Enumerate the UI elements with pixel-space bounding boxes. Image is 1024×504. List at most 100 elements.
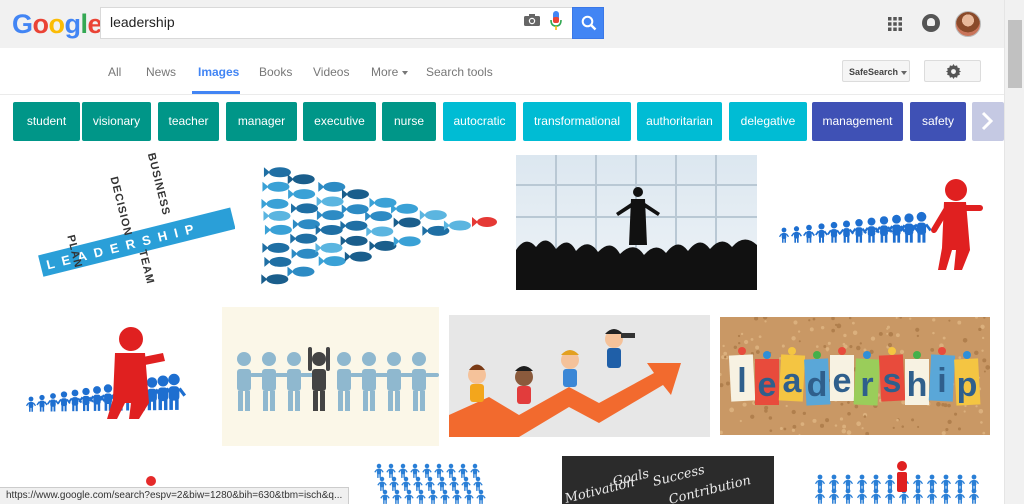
- google-logo[interactable]: Google: [12, 9, 103, 40]
- fish-shape: [369, 240, 397, 251]
- leadership-cubes-image[interactable]: LEADERSHIP DECISION BUSINESS TEAM PLAN: [27, 150, 235, 296]
- red-leader-blue-people-image[interactable]: [766, 150, 990, 295]
- blue-person-figure: [912, 474, 924, 490]
- tab-more[interactable]: More: [371, 65, 409, 79]
- cork-speck: [899, 349, 905, 355]
- cork-speck: [792, 424, 797, 429]
- cork-speck: [834, 323, 838, 327]
- microphone-icon[interactable]: [550, 11, 562, 31]
- user-avatar[interactable]: [955, 11, 981, 37]
- fish-shape: [316, 196, 344, 207]
- tab-videos[interactable]: Videos: [313, 65, 349, 79]
- page-scrollbar[interactable]: [1004, 0, 1024, 504]
- tab-all[interactable]: All: [108, 65, 121, 79]
- cork-speck: [948, 319, 951, 322]
- camera-icon[interactable]: [524, 14, 540, 26]
- chip-management[interactable]: management: [812, 102, 903, 141]
- fish-shape: [365, 211, 393, 222]
- cork-speck: [978, 327, 982, 332]
- cork-speck: [895, 317, 898, 319]
- cork-speck: [764, 320, 767, 323]
- settings-button[interactable]: [924, 60, 981, 82]
- cork-speck: [791, 336, 796, 341]
- fish-school-image[interactable]: [257, 157, 507, 288]
- speaker-silhouette-image[interactable]: [516, 155, 757, 290]
- chevron-right-icon: [981, 111, 994, 131]
- cork-speck: [947, 403, 951, 408]
- cork-speck: [840, 402, 844, 406]
- chip-safety[interactable]: safety: [910, 102, 966, 141]
- chip-transformational[interactable]: transformational: [523, 102, 631, 141]
- cork-speck: [825, 347, 830, 351]
- cork-speck: [856, 421, 861, 427]
- safesearch-button[interactable]: SafeSearch: [842, 60, 910, 82]
- red-leader-figure: [107, 327, 165, 419]
- apps-grid-icon[interactable]: [888, 17, 902, 31]
- blue-person-figure: [380, 489, 390, 504]
- cork-speck: [831, 328, 835, 333]
- tab-search-tools[interactable]: Search tools: [426, 65, 493, 79]
- cork-speck: [722, 344, 725, 348]
- chip-delegative[interactable]: delegative: [729, 102, 807, 141]
- tab-more-label: More: [371, 65, 399, 79]
- cork-speck: [812, 317, 816, 321]
- blue-person-figure: [416, 489, 426, 504]
- cork-speck: [742, 402, 747, 407]
- cork-speck: [808, 319, 811, 322]
- cork-speck: [983, 370, 986, 373]
- cork-speck: [932, 331, 935, 335]
- blue-person-figure: [851, 219, 867, 243]
- fish-shape: [341, 189, 369, 200]
- scrollbar-thumb[interactable]: [1008, 20, 1022, 88]
- blue-person-figure: [413, 476, 423, 491]
- cork-speck: [768, 416, 773, 420]
- chip-autocratic[interactable]: autocratic: [443, 102, 516, 141]
- notifications-bell-icon[interactable]: [922, 14, 940, 32]
- chip-teacher[interactable]: teacher: [158, 102, 219, 141]
- blue-person-figure: [410, 463, 420, 478]
- cork-speck: [841, 428, 847, 434]
- cork-speck: [724, 355, 727, 359]
- chip-visionary[interactable]: visionary: [82, 102, 151, 141]
- light-person-figure: [387, 352, 414, 411]
- blue-person-figure: [828, 488, 840, 504]
- speaker-silhouette-graphic: [516, 155, 757, 290]
- tab-news[interactable]: News: [146, 65, 176, 79]
- red-leader-megaphone-image[interactable]: [13, 307, 213, 446]
- people-chain-image[interactable]: [222, 307, 439, 446]
- arrow-climb-image[interactable]: [449, 315, 710, 437]
- chip-student[interactable]: student: [13, 102, 80, 141]
- blue-person-figure: [870, 488, 882, 504]
- blue-person-figure: [386, 463, 396, 478]
- chip-executive[interactable]: executive: [303, 102, 376, 141]
- chip-nurse[interactable]: nurse: [382, 102, 436, 141]
- search-box[interactable]: [100, 7, 573, 39]
- red-leader-crowd-partial-image[interactable]: [806, 457, 990, 504]
- cork-speck: [762, 317, 768, 320]
- search-input[interactable]: [110, 14, 510, 30]
- blue-person-figure: [473, 476, 483, 491]
- cork-speck: [723, 351, 728, 356]
- blue-person-figure: [401, 476, 411, 491]
- cork-letter-card: i: [928, 347, 956, 402]
- tab-books[interactable]: Books: [259, 65, 292, 79]
- corkboard-leadership-graphic: leadership: [720, 317, 990, 435]
- chip-authoritarian[interactable]: authoritarian: [637, 102, 722, 141]
- tab-images[interactable]: Images: [198, 65, 239, 79]
- cork-speck: [886, 327, 889, 330]
- link-status-bar: https://www.google.com/search?espv=2&biw…: [0, 487, 350, 504]
- chips-next-button[interactable]: [972, 102, 1004, 141]
- cork-speck: [943, 403, 948, 408]
- blue-person-figure: [422, 463, 432, 478]
- cork-speck: [975, 405, 978, 408]
- chip-manager[interactable]: manager: [226, 102, 297, 141]
- cork-speck: [978, 408, 984, 414]
- fish-shape: [262, 181, 290, 192]
- chalkboard-words-image[interactable]: Goals Success Motivation Contribution: [562, 456, 774, 504]
- cork-speck: [859, 342, 862, 345]
- search-button[interactable]: [572, 7, 604, 39]
- svg-text:a: a: [783, 362, 803, 400]
- corkboard-leadership-image[interactable]: leadership: [720, 317, 990, 435]
- cork-speck: [812, 418, 817, 423]
- blue-person-figure: [911, 211, 932, 243]
